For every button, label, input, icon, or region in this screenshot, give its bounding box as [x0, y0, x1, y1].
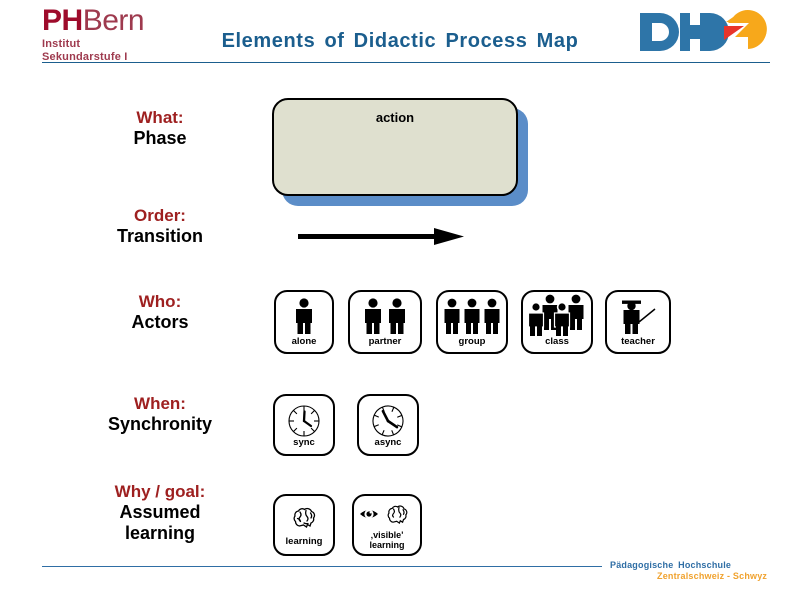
- teacher-icon: [607, 298, 669, 334]
- row-label-transition: Order: Transition: [60, 206, 260, 247]
- row-question-phase: What:: [136, 108, 184, 127]
- row-label-phase: What: Phase: [60, 108, 260, 149]
- actor-label-teacher: teacher: [621, 336, 655, 348]
- actor-card-teacher[interactable]: teacher: [605, 290, 671, 354]
- actor-card-partner[interactable]: partner: [348, 290, 422, 354]
- person-pair-icon: [350, 298, 420, 334]
- row-question-transition: Order:: [134, 206, 186, 225]
- actor-label-group: group: [458, 336, 486, 348]
- learning-label-visible-learning: ‚visible' learning: [369, 529, 405, 550]
- row-answer-learning: Assumed learning: [119, 501, 201, 543]
- actor-label-class: class: [545, 336, 569, 348]
- sync-card-sync[interactable]: sync: [273, 394, 335, 456]
- footer-divider: [42, 566, 602, 567]
- row-label-learning: Why / goal: Assumed learning: [60, 482, 260, 543]
- row-answer-actors: Actors: [131, 311, 189, 332]
- learning-card-learning[interactable]: learning: [273, 494, 335, 556]
- right-arrow-icon: [298, 228, 464, 246]
- phbern-logo-line1: Institut: [42, 38, 81, 50]
- header-divider: [42, 62, 770, 63]
- eye-brain-icon: [354, 504, 420, 532]
- actor-label-partner: partner: [368, 336, 402, 348]
- row-question-synchronity: When:: [134, 394, 186, 413]
- page-title: Elements of Didactic Process Map: [221, 30, 579, 52]
- row-label-synchronity: When: Synchronity: [60, 394, 260, 435]
- phz-logo: [640, 9, 768, 55]
- learning-label-learning: learning: [285, 536, 323, 548]
- phbern-logo: PHBern Institut Sekundarstufe I: [42, 4, 145, 65]
- phase-shape-box: action: [272, 98, 518, 196]
- actor-card-class[interactable]: class: [521, 290, 593, 354]
- clock-tilted-icon: [359, 403, 417, 441]
- row-answer-synchronity: Synchronity: [107, 413, 213, 434]
- brain-icon: [275, 506, 333, 536]
- row-answer-transition: Transition: [116, 225, 203, 246]
- phase-shape: action: [272, 98, 530, 208]
- phbern-logo-ph: PH: [42, 4, 83, 37]
- sync-label-sync: sync: [293, 437, 315, 449]
- phbern-logo-bern: Bern: [82, 4, 145, 37]
- actor-card-group[interactable]: group: [436, 290, 508, 354]
- footer-line1: Pädagogische Hochschule: [610, 560, 732, 570]
- clock-upright-icon: [275, 403, 333, 441]
- slide: PHBern Institut Sekundarstufe I Elements…: [0, 0, 800, 600]
- actor-card-alone[interactable]: alone: [274, 290, 334, 354]
- footer-line2: Zentralschweiz - Schwyz: [657, 571, 768, 581]
- person-single-icon: [276, 298, 332, 334]
- sync-label-async: async: [374, 437, 402, 449]
- sync-card-async[interactable]: async: [357, 394, 419, 456]
- phase-shape-label: action: [375, 110, 415, 125]
- actor-label-alone: alone: [291, 336, 317, 348]
- learning-card-visible-learning[interactable]: ‚visible' learning: [352, 494, 422, 556]
- row-answer-phase: Phase: [133, 127, 187, 148]
- row-question-learning: Why / goal:: [114, 482, 206, 501]
- row-question-actors: Who:: [138, 292, 182, 311]
- row-label-actors: Who: Actors: [60, 292, 260, 333]
- person-crowd-icon: [523, 294, 591, 336]
- person-trio-icon: [438, 298, 506, 334]
